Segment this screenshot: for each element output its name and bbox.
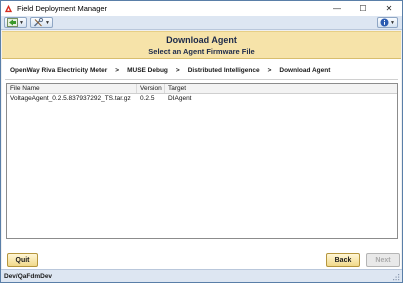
toolbar: ▼ ▼ ▼ (1, 16, 402, 30)
breadcrumb-item-muse-debug: MUSE Debug (127, 67, 168, 74)
wizard-body: OpenWay Riva Electricity Meter > MUSE De… (2, 59, 401, 269)
column-header-version[interactable]: Version (137, 84, 165, 93)
next-button[interactable]: Next (366, 253, 400, 267)
page-subtitle: Select an Agent Firmware File (148, 47, 255, 56)
help-menu-button[interactable]: ▼ (377, 17, 398, 28)
breadcrumb-separator: > (267, 67, 272, 74)
window-title: Field Deployment Manager (17, 4, 108, 13)
app-window: Field Deployment Manager — ☐ ✕ ▼ ▼ ▼ Dow… (0, 0, 403, 283)
maximize-button[interactable]: ☐ (350, 1, 376, 16)
page-title: Download Agent (166, 35, 237, 45)
cell-version: 0.2.5 (140, 95, 155, 102)
breadcrumb-item-meter: OpenWay Riva Electricity Meter (10, 67, 108, 74)
tools-menu-button[interactable]: ▼ (29, 17, 53, 28)
green-arrow-icon (7, 18, 18, 27)
column-header-target[interactable]: Target (165, 84, 397, 93)
breadcrumb: OpenWay Riva Electricity Meter > MUSE De… (10, 67, 330, 74)
breadcrumb-item-download-agent: Download Agent (279, 67, 331, 74)
breadcrumb-separator: > (175, 67, 180, 74)
navigate-menu-button[interactable]: ▼ (4, 17, 27, 28)
cell-file-name: VoltageAgent_0.2.5.837937292_TS.tar.gz (10, 95, 131, 102)
minimize-button[interactable]: — (324, 1, 350, 16)
chevron-down-icon: ▼ (44, 19, 50, 26)
table-header: File Name Version Target (7, 84, 397, 94)
tools-icon (33, 18, 44, 27)
app-logo-icon (4, 4, 13, 13)
wizard-footer: Quit Back Next (2, 249, 401, 269)
quit-button[interactable]: Quit (7, 253, 38, 267)
cell-target: DIAgent (168, 95, 192, 102)
back-button[interactable]: Back (326, 253, 360, 267)
table-row[interactable]: VoltageAgent_0.2.5.837937292_TS.tar.gz 0… (7, 94, 397, 104)
column-header-file-name[interactable]: File Name (7, 84, 137, 93)
status-bar: Dev/QaFdmDev (1, 269, 402, 282)
chevron-down-icon: ▼ (19, 19, 24, 26)
title-bar: Field Deployment Manager — ☐ ✕ (1, 1, 402, 16)
firmware-file-table: File Name Version Target VoltageAgent_0.… (6, 83, 398, 239)
close-button[interactable]: ✕ (376, 1, 402, 16)
resize-grip-icon[interactable] (392, 273, 400, 281)
breadcrumb-item-distributed-intelligence: Distributed Intelligence (187, 67, 260, 74)
info-icon (380, 18, 389, 27)
chevron-down-icon: ▼ (390, 19, 395, 26)
environment-label: Dev/QaFdmDev (4, 272, 53, 280)
window-controls: — ☐ ✕ (324, 1, 402, 16)
wizard-header: Download Agent Select an Agent Firmware … (2, 31, 401, 59)
breadcrumb-separator: > (115, 67, 120, 74)
divider (5, 79, 398, 80)
